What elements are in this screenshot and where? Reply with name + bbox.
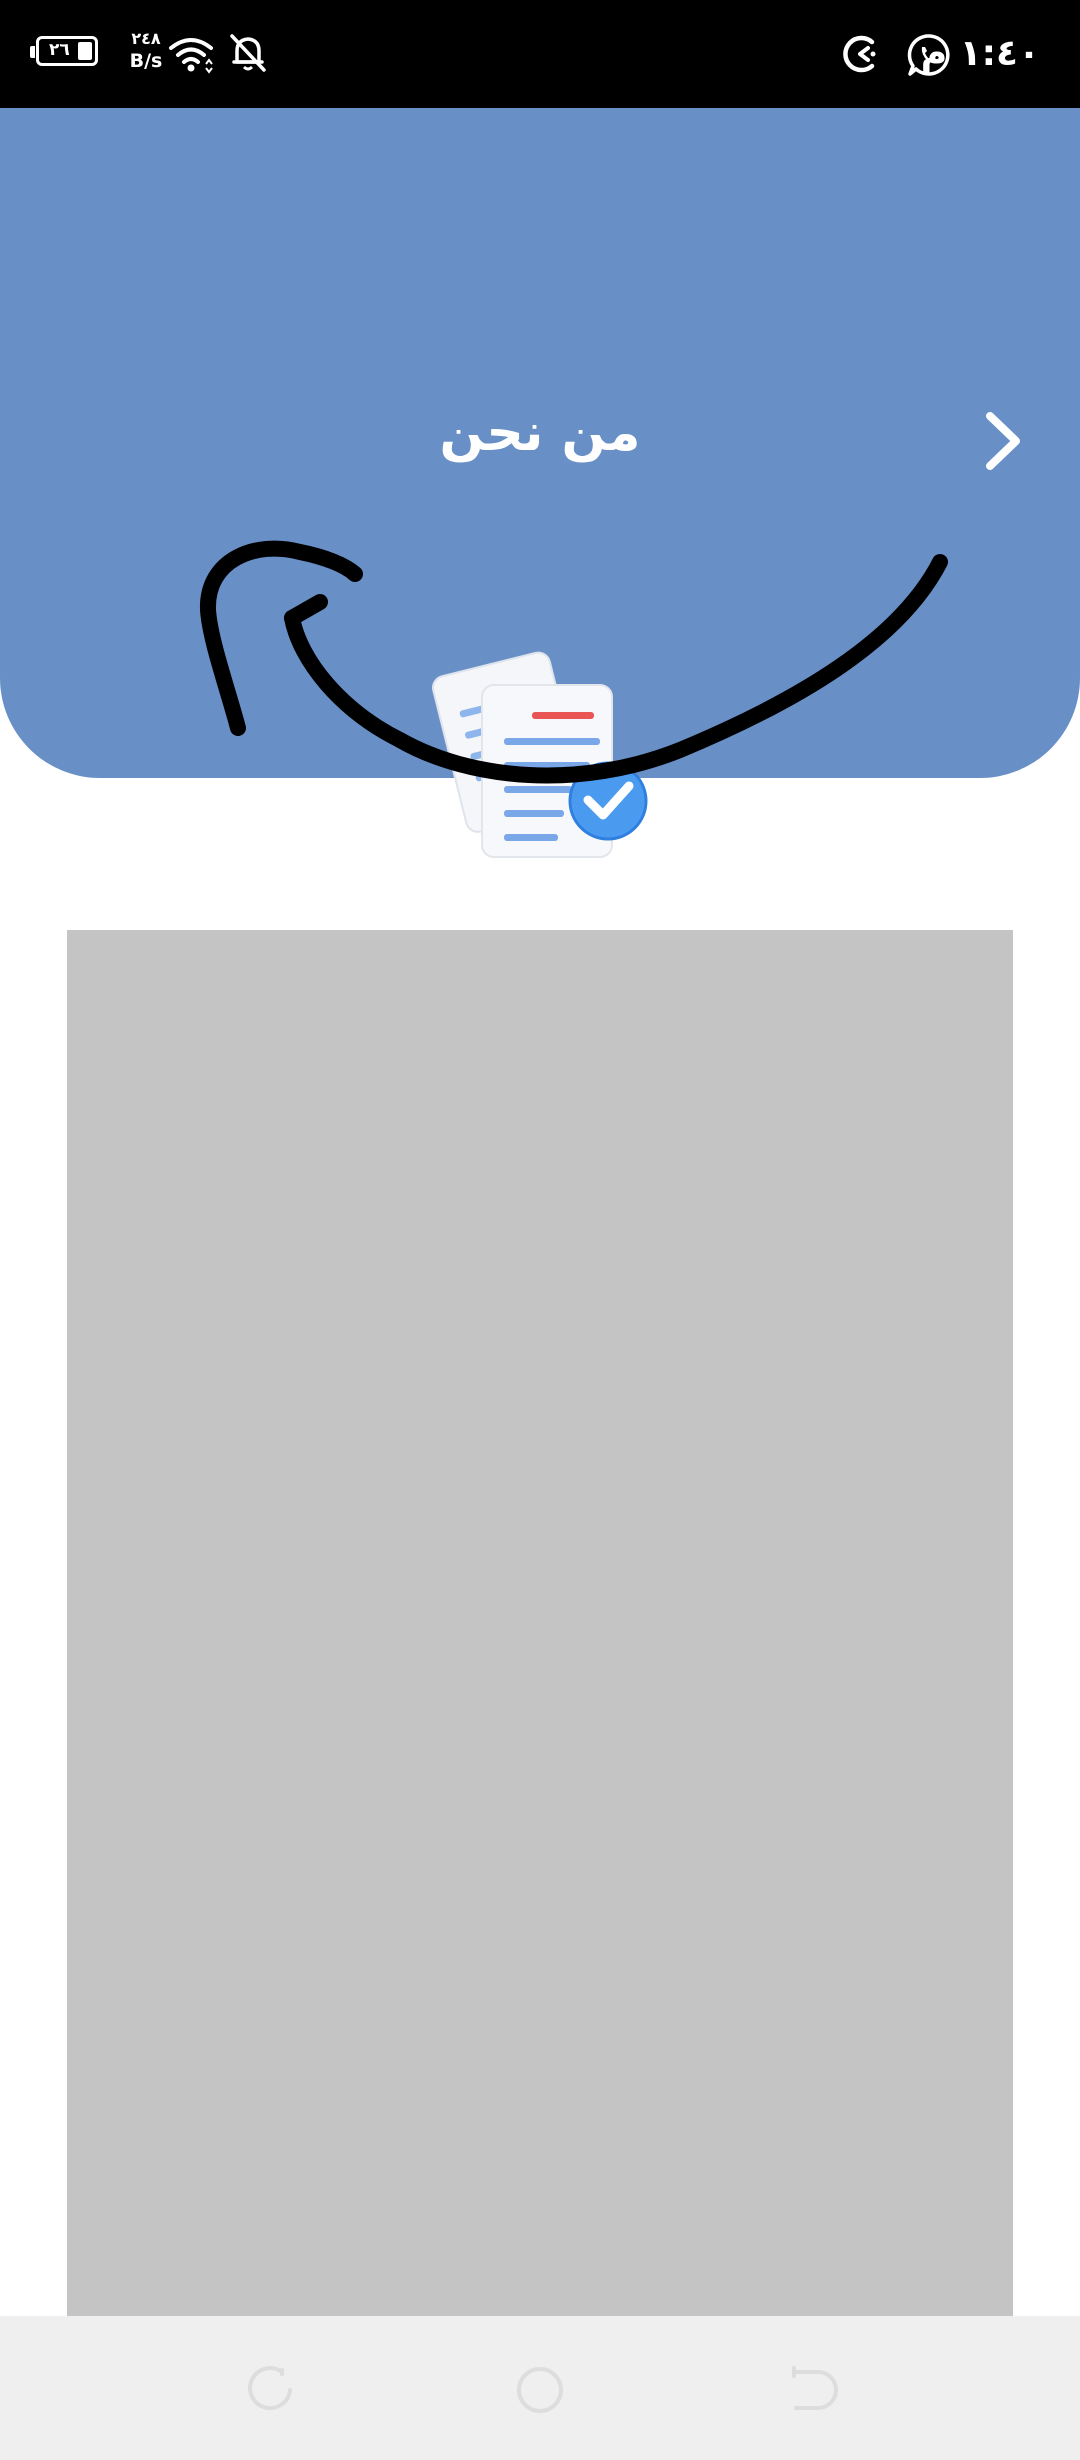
network-speed: ٢٤٨ B/s <box>116 28 176 72</box>
home-icon[interactable] <box>510 2360 570 2420</box>
wifi-icon <box>169 38 213 74</box>
app-indicator-icon <box>843 35 876 73</box>
chevron-right-icon[interactable] <box>972 408 1032 474</box>
battery-icon: ٢٦ <box>30 36 98 66</box>
back-icon[interactable] <box>780 2360 840 2420</box>
network-speed-unit: B/s <box>129 50 163 72</box>
documents-check-icon <box>432 651 648 858</box>
page-title: من نحن <box>439 403 641 463</box>
status-bar: ٢٦ ٢٤٨ B/s ١:٤٠ م <box>0 0 1080 108</box>
recent-apps-icon[interactable] <box>240 2360 300 2420</box>
battery-level: ٢٦ <box>49 40 70 60</box>
network-speed-value: ٢٤٨ <box>131 29 161 48</box>
bell-off-icon <box>230 34 266 72</box>
content-image-placeholder <box>67 930 1013 2316</box>
navigation-bar <box>0 2316 1080 2460</box>
clock-time: ١:٤٠ م <box>920 33 1040 74</box>
